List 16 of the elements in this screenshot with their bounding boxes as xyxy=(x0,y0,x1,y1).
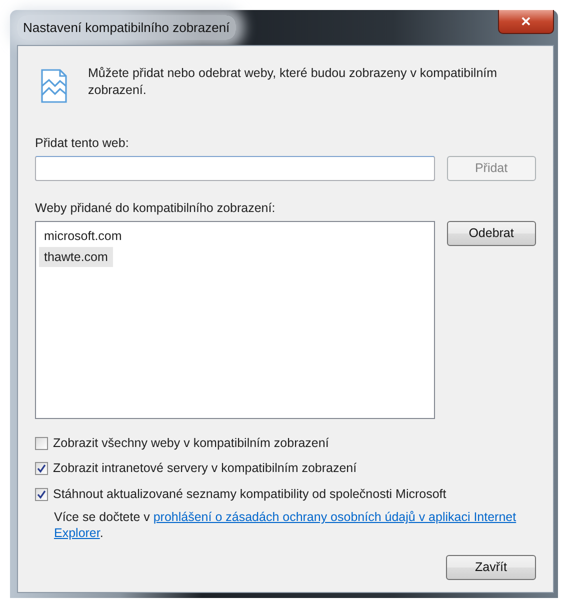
close-dialog-button[interactable]: Zavřít xyxy=(446,555,536,580)
site-list[interactable]: microsoft.com thawte.com xyxy=(35,220,435,418)
list-item[interactable]: microsoft.com xyxy=(39,226,127,246)
privacy-text: Více se dočtete v prohlášení o zásadách ochrany osobních údajů v aplikaci Internet Explorer. xyxy=(53,509,518,541)
checkbox-label[interactable]: Stáhnout aktualizované seznamy kompatibility od společnosti Microsoft xyxy=(53,484,446,504)
field-label: Přidat tento web: xyxy=(35,135,130,152)
close-button[interactable]: ✕ xyxy=(498,10,554,34)
privacy-link[interactable]: prohlášení o zásadách ochrany osobních údajů v aplikaci Internet xyxy=(153,510,516,524)
intro-text: Můžete přidat nebo odebrat weby, které budou zobrazeny v kompatibilním zobrazení. xyxy=(88,65,498,99)
window-title: Nastavení kompatibilního zobrazení xyxy=(17,14,236,40)
checkbox-label[interactable]: Zobrazit všechny weby v kompatibilním zobrazení xyxy=(53,434,329,453)
list-item[interactable]: thawte.com xyxy=(39,246,113,266)
list-label: Weby přidané do kompatibilního zobrazení: xyxy=(35,200,276,217)
remove-button[interactable]: Odebrat xyxy=(446,220,536,246)
checkbox-label[interactable]: Zobrazit intranetové servery v kompatibilním zobrazení xyxy=(53,459,357,478)
privacy-link[interactable]: Explorer xyxy=(54,526,100,540)
